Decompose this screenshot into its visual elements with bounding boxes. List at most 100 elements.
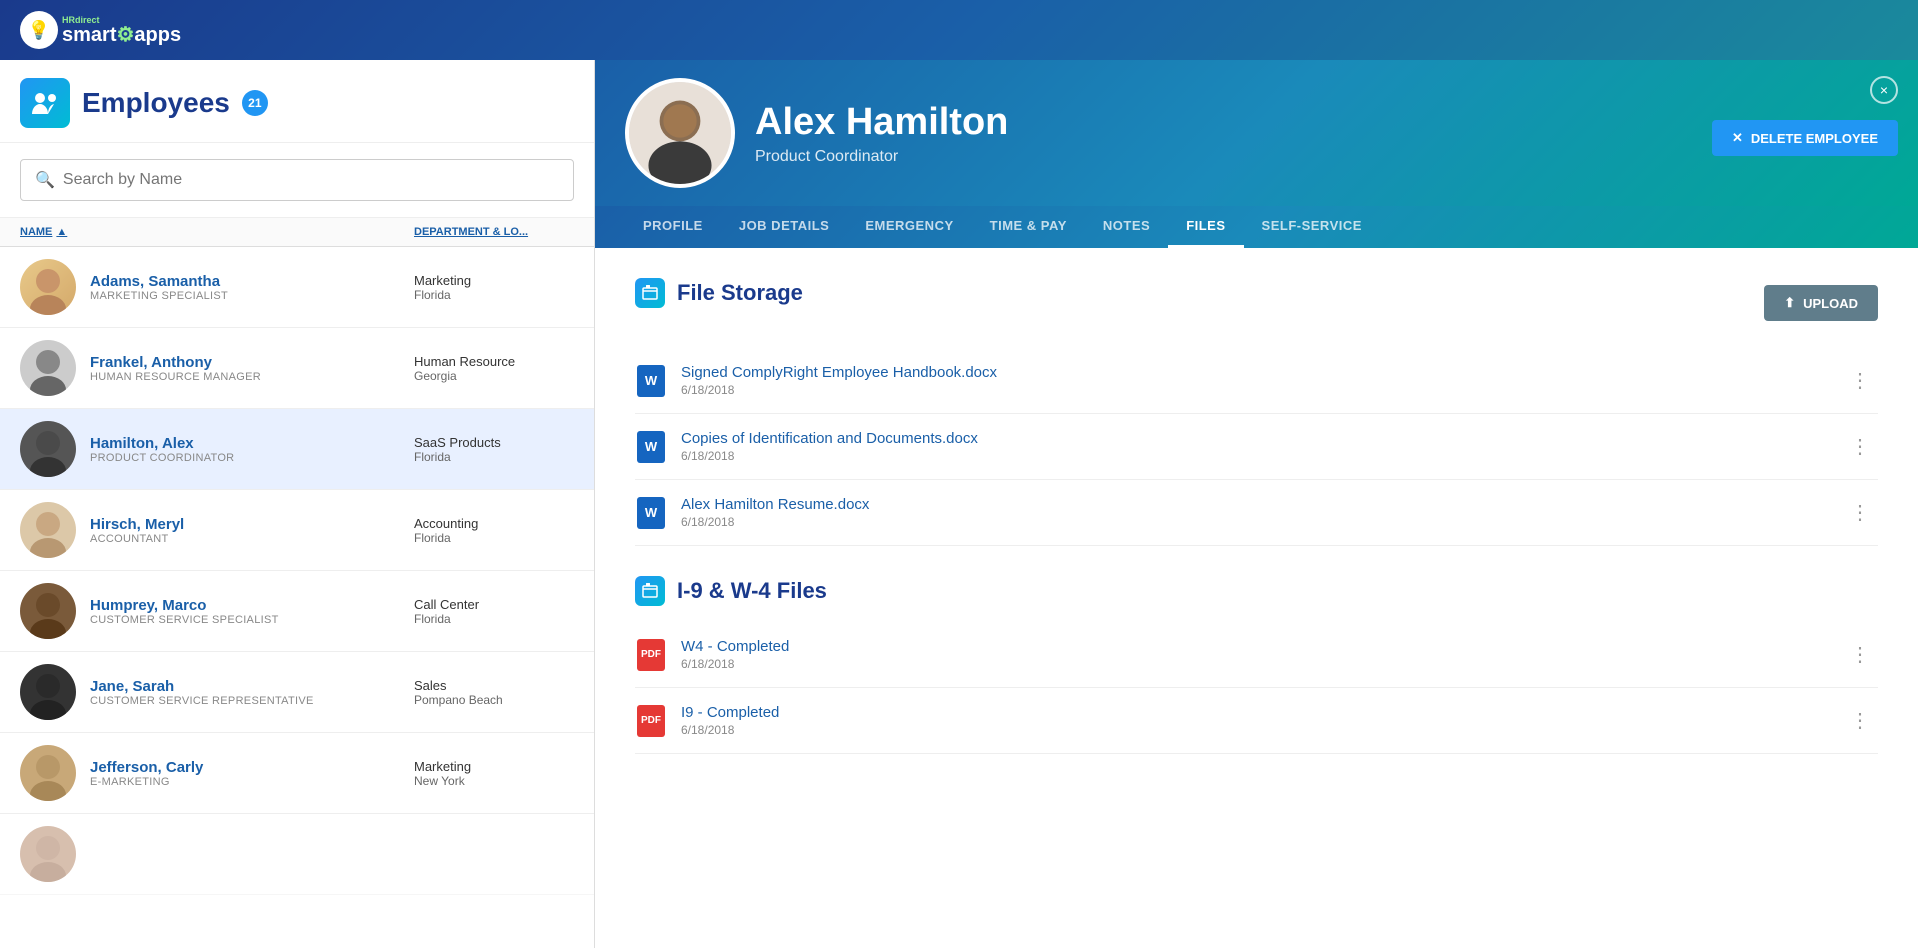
- tab-time-pay[interactable]: TIME & PAY: [972, 206, 1085, 248]
- main-layout: Employees 21 🔍 NAME ▲ DEPARTMENT & LO...: [0, 60, 1918, 948]
- file-date: 6/18/2018: [681, 723, 1828, 737]
- emp-name: Adams, Samantha: [90, 273, 400, 290]
- file-item: PDF I9 - Completed 6/18/2018 ⋮: [635, 688, 1878, 754]
- emp-name: Hirsch, Meryl: [90, 516, 400, 533]
- close-button[interactable]: ×: [1870, 76, 1898, 104]
- upload-icon: ⬆: [1784, 295, 1795, 311]
- upload-button[interactable]: ⬆ UPLOAD: [1764, 285, 1878, 321]
- search-input[interactable]: [63, 171, 559, 189]
- tab-notes[interactable]: NOTES: [1085, 206, 1168, 248]
- left-panel: Employees 21 🔍 NAME ▲ DEPARTMENT & LO...: [0, 60, 595, 948]
- employee-item[interactable]: Jefferson, Carly E-MARKETING Marketing N…: [0, 733, 594, 814]
- file-item: W Signed ComplyRight Employee Handbook.d…: [635, 348, 1878, 414]
- avatar: [20, 502, 76, 558]
- file-name[interactable]: W4 - Completed: [681, 638, 1828, 655]
- delete-employee-button[interactable]: ✕ DELETE EMPLOYEE: [1712, 120, 1898, 156]
- avatar: [20, 664, 76, 720]
- file-menu-button[interactable]: ⋮: [1842, 638, 1878, 671]
- employee-item[interactable]: Jane, Sarah CUSTOMER SERVICE REPRESENTAT…: [0, 652, 594, 733]
- col-name-header[interactable]: NAME ▲: [20, 226, 414, 238]
- detail-header: Alex Hamilton Product Coordinator × ✕ DE…: [595, 60, 1918, 206]
- file-menu-button[interactable]: ⋮: [1842, 704, 1878, 737]
- file-word-icon: W: [635, 497, 667, 529]
- emp-dept: Marketing New York: [414, 759, 574, 788]
- i9w4-icon: [635, 576, 665, 606]
- emp-info: [90, 846, 574, 863]
- emp-dept: Sales Pompano Beach: [414, 678, 574, 707]
- file-info: I9 - Completed 6/18/2018: [681, 704, 1828, 737]
- employees-header: Employees 21: [0, 60, 594, 143]
- tab-job-details[interactable]: JOB DETAILS: [721, 206, 848, 248]
- file-storage-title-text: File Storage: [677, 280, 803, 306]
- file-storage-header-row: File Storage ⬆ UPLOAD: [635, 278, 1878, 328]
- emp-dept: Human Resource Georgia: [414, 354, 574, 383]
- avatar: [20, 259, 76, 315]
- delete-icon: ✕: [1732, 130, 1743, 146]
- top-bar: 💡 HRdirect smart⚙apps: [0, 0, 1918, 60]
- emp-name: Humprey, Marco: [90, 597, 400, 614]
- employee-item[interactable]: Adams, Samantha MARKETING SPECIALIST Mar…: [0, 247, 594, 328]
- app-name: smart⚙apps: [62, 25, 181, 45]
- employee-item[interactable]: Humprey, Marco CUSTOMER SERVICE SPECIALI…: [0, 571, 594, 652]
- file-name[interactable]: Copies of Identification and Documents.d…: [681, 430, 1828, 447]
- search-icon: 🔍: [35, 170, 55, 190]
- file-name[interactable]: I9 - Completed: [681, 704, 1828, 721]
- emp-info: Adams, Samantha MARKETING SPECIALIST: [90, 273, 400, 302]
- emp-dept: Accounting Florida: [414, 516, 574, 545]
- emp-role: CUSTOMER SERVICE SPECIALIST: [90, 614, 400, 626]
- file-info: Signed ComplyRight Employee Handbook.doc…: [681, 364, 1828, 397]
- emp-info: Frankel, Anthony HUMAN RESOURCE MANAGER: [90, 354, 400, 383]
- tab-files[interactable]: FILES: [1168, 206, 1243, 248]
- emp-role: MARKETING SPECIALIST: [90, 290, 400, 302]
- employees-count-badge: 21: [242, 90, 268, 116]
- employee-item[interactable]: Frankel, Anthony HUMAN RESOURCE MANAGER …: [0, 328, 594, 409]
- search-box[interactable]: 🔍: [20, 159, 574, 201]
- emp-role: PRODUCT COORDINATOR: [90, 452, 400, 464]
- tab-profile[interactable]: PROFILE: [625, 206, 721, 248]
- col-dept-header[interactable]: DEPARTMENT & LO...: [414, 226, 574, 238]
- emp-role: ACCOUNTANT: [90, 533, 400, 545]
- emp-info: Jefferson, Carly E-MARKETING: [90, 759, 400, 788]
- file-menu-button[interactable]: ⋮: [1842, 364, 1878, 397]
- emp-info: Hamilton, Alex PRODUCT COORDINATOR: [90, 435, 400, 464]
- file-pdf-icon: PDF: [635, 639, 667, 671]
- emp-dept: Call Center Florida: [414, 597, 574, 626]
- file-info: W4 - Completed 6/18/2018: [681, 638, 1828, 671]
- employee-item[interactable]: Hirsch, Meryl ACCOUNTANT Accounting Flor…: [0, 490, 594, 571]
- i9w4-title: I-9 & W-4 Files: [635, 576, 1878, 606]
- emp-role: HUMAN RESOURCE MANAGER: [90, 371, 400, 383]
- file-date: 6/18/2018: [681, 383, 1828, 397]
- employee-item[interactable]: [0, 814, 594, 895]
- file-info: Copies of Identification and Documents.d…: [681, 430, 1828, 463]
- i9w4-title-text: I-9 & W-4 Files: [677, 578, 827, 604]
- emp-info: Hirsch, Meryl ACCOUNTANT: [90, 516, 400, 545]
- emp-role: E-MARKETING: [90, 776, 400, 788]
- avatar: [20, 745, 76, 801]
- file-info: Alex Hamilton Resume.docx 6/18/2018: [681, 496, 1828, 529]
- employee-item[interactable]: Hamilton, Alex PRODUCT COORDINATOR SaaS …: [0, 409, 594, 490]
- file-date: 6/18/2018: [681, 657, 1828, 671]
- sort-icon: ▲: [56, 226, 67, 238]
- tab-emergency[interactable]: EMERGENCY: [847, 206, 971, 248]
- avatar: [20, 340, 76, 396]
- file-menu-button[interactable]: ⋮: [1842, 496, 1878, 529]
- file-pdf-icon: PDF: [635, 705, 667, 737]
- tab-self-service[interactable]: SELF-SERVICE: [1244, 206, 1380, 248]
- emp-dept: SaaS Products Florida: [414, 435, 574, 464]
- search-area: 🔍: [0, 143, 594, 218]
- emp-name: Jefferson, Carly: [90, 759, 400, 776]
- file-menu-button[interactable]: ⋮: [1842, 430, 1878, 463]
- emp-name: Hamilton, Alex: [90, 435, 400, 452]
- detail-content: File Storage ⬆ UPLOAD W Signed ComplyRig…: [595, 248, 1918, 948]
- avatar: [20, 421, 76, 477]
- emp-name: [90, 846, 574, 863]
- detail-avatar: [625, 78, 735, 188]
- employees-title: Employees: [82, 87, 230, 119]
- file-word-icon: W: [635, 431, 667, 463]
- employee-list: Adams, Samantha MARKETING SPECIALIST Mar…: [0, 247, 594, 948]
- avatar: [20, 826, 76, 882]
- emp-info: Jane, Sarah CUSTOMER SERVICE REPRESENTAT…: [90, 678, 400, 707]
- file-name[interactable]: Alex Hamilton Resume.docx: [681, 496, 1828, 513]
- avatar: [20, 583, 76, 639]
- file-name[interactable]: Signed ComplyRight Employee Handbook.doc…: [681, 364, 1828, 381]
